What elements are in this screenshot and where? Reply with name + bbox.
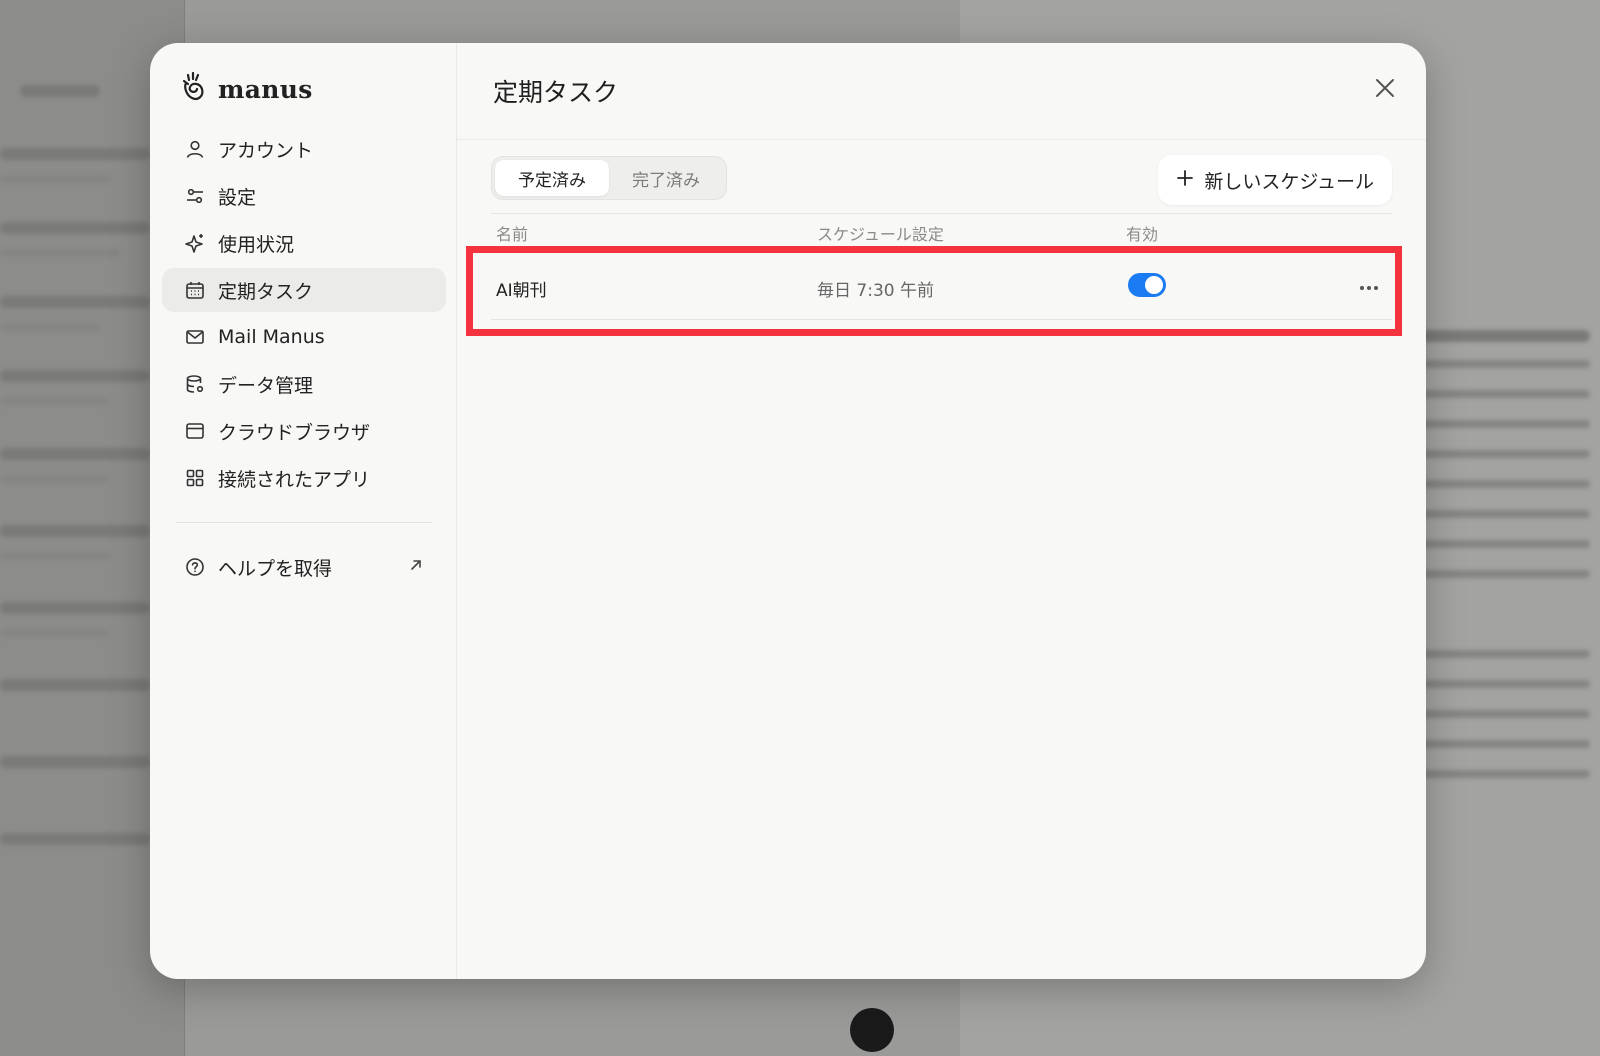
logo: manus bbox=[180, 71, 313, 107]
grid-icon bbox=[184, 467, 206, 489]
plus-icon bbox=[1176, 169, 1194, 192]
sliders-icon bbox=[184, 185, 206, 207]
sidebar-item-label: アカウント bbox=[218, 139, 314, 162]
background-text bbox=[1400, 480, 1590, 488]
sidebar-item-cloud-browser[interactable]: クラウドブラウザ bbox=[162, 409, 446, 453]
background-text bbox=[0, 296, 150, 308]
background-text bbox=[0, 175, 110, 183]
brand-name: manus bbox=[218, 74, 313, 104]
sidebar-item-data-management[interactable]: データ管理 bbox=[162, 362, 446, 406]
help-icon bbox=[184, 556, 206, 578]
help-link[interactable]: ヘルプを取得 bbox=[162, 545, 432, 589]
background-text bbox=[1400, 540, 1590, 548]
background-text bbox=[0, 475, 110, 483]
highlight-box bbox=[466, 246, 1402, 336]
background-text bbox=[1400, 770, 1590, 778]
background-text bbox=[0, 679, 150, 691]
settings-modal: manus アカウント 設定 使用状況 定期タスク Mail Manus データ… bbox=[150, 43, 1426, 979]
sparkle-icon bbox=[184, 232, 206, 254]
tab-switcher: 予定済み 完了済み bbox=[491, 156, 727, 200]
settings-nav: アカウント 設定 使用状況 定期タスク Mail Manus データ管理 クラウ… bbox=[162, 127, 446, 503]
sidebar-item-scheduled-tasks[interactable]: 定期タスク bbox=[162, 268, 446, 312]
settings-sidebar: manus アカウント 設定 使用状況 定期タスク Mail Manus データ… bbox=[150, 43, 457, 979]
mail-icon bbox=[184, 326, 206, 348]
new-schedule-label: 新しいスケジュール bbox=[1204, 170, 1374, 193]
sidebar-item-connected-apps[interactable]: 接続されたアプリ bbox=[162, 456, 446, 500]
sidebar-item-label: 接続されたアプリ bbox=[218, 468, 371, 491]
table-top-divider bbox=[491, 213, 1392, 214]
background-text bbox=[1400, 740, 1590, 748]
background-text bbox=[0, 323, 100, 331]
column-header-schedule: スケジュール設定 bbox=[817, 225, 944, 244]
background-text bbox=[0, 833, 150, 845]
sidebar-item-label: データ管理 bbox=[218, 374, 314, 397]
background-text bbox=[0, 148, 150, 160]
sidebar-item-label: Mail Manus bbox=[218, 326, 325, 348]
background-text bbox=[1400, 710, 1590, 718]
database-icon bbox=[184, 373, 206, 395]
sidebar-item-label: 設定 bbox=[218, 186, 257, 209]
background-text bbox=[0, 756, 150, 768]
calendar-icon bbox=[184, 279, 206, 301]
close-button[interactable] bbox=[1372, 75, 1398, 101]
background-text bbox=[1400, 360, 1590, 368]
sidebar-item-settings[interactable]: 設定 bbox=[162, 174, 446, 218]
external-link-icon bbox=[408, 557, 424, 577]
background-text bbox=[0, 222, 150, 234]
tab-scheduled[interactable]: 予定済み bbox=[495, 160, 609, 196]
browser-icon bbox=[184, 420, 206, 442]
sidebar-item-label: ヘルプを取得 bbox=[218, 557, 333, 580]
new-schedule-button[interactable]: 新しいスケジュール bbox=[1158, 155, 1392, 205]
background-text bbox=[0, 629, 110, 637]
sidebar-item-account[interactable]: アカウント bbox=[162, 127, 446, 171]
background-text bbox=[1400, 570, 1590, 578]
background-text bbox=[1400, 390, 1590, 398]
header-divider bbox=[457, 139, 1426, 140]
sidebar-item-label: 使用状況 bbox=[218, 233, 295, 256]
sidebar-item-usage[interactable]: 使用状況 bbox=[162, 221, 446, 265]
sidebar-item-label: クラウドブラウザ bbox=[218, 421, 371, 444]
sidebar-item-mail-manus[interactable]: Mail Manus bbox=[162, 315, 446, 359]
background-text bbox=[1400, 420, 1590, 428]
background-text bbox=[0, 602, 150, 614]
tab-completed[interactable]: 完了済み bbox=[609, 160, 723, 196]
background-text bbox=[20, 85, 100, 97]
manus-logo-icon bbox=[180, 71, 210, 107]
page-title: 定期タスク bbox=[493, 78, 619, 107]
column-header-name: 名前 bbox=[496, 225, 529, 244]
sidebar-item-help[interactable]: ヘルプを取得 bbox=[162, 545, 432, 589]
background-text bbox=[1400, 450, 1590, 458]
main-panel: 定期タスク 予定済み 完了済み 新しいスケジュール 名前 スケジュール設定 有効… bbox=[457, 43, 1426, 979]
background-text bbox=[0, 448, 150, 460]
background-text bbox=[1400, 650, 1590, 658]
background-text bbox=[1400, 330, 1590, 342]
background-text bbox=[0, 249, 120, 257]
close-icon bbox=[1372, 79, 1398, 105]
sidebar-divider bbox=[176, 522, 432, 523]
background-text bbox=[1400, 680, 1590, 688]
background-button bbox=[850, 1008, 894, 1052]
sidebar-item-label: 定期タスク bbox=[218, 280, 314, 303]
background-text bbox=[0, 525, 150, 537]
column-header-enabled: 有効 bbox=[1126, 225, 1159, 244]
user-icon bbox=[184, 138, 206, 160]
background-text bbox=[0, 552, 110, 560]
background-text bbox=[1400, 510, 1590, 518]
background-text bbox=[0, 397, 110, 405]
background-text bbox=[0, 370, 150, 382]
